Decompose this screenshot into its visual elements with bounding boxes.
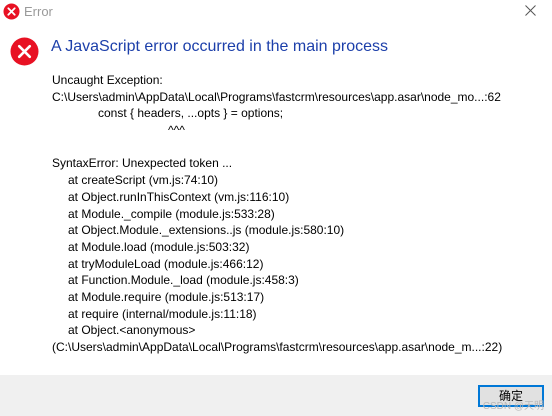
message-line: at Object.runInThisContext (vm.js:116:10… xyxy=(68,189,290,204)
title-bar[interactable]: Error xyxy=(0,0,552,24)
dialog-footer: 确定 CSDN @天明 xyxy=(0,375,552,416)
message-line: at Module._compile (module.js:533:28) xyxy=(68,206,275,221)
message-line: (C:\Users\admin\AppData\Local\Programs\f… xyxy=(52,340,503,354)
message-line: at tryModuleLoad (module.js:466:12) xyxy=(68,256,264,271)
message-line: at Function.Module._load (module.js:458:… xyxy=(68,273,299,288)
message-line: Uncaught Exception: xyxy=(52,73,163,87)
message-line: at require (internal/module.js:11:18) xyxy=(68,306,257,321)
message-line: at Object.<anonymous> xyxy=(68,323,196,338)
close-icon xyxy=(524,3,536,21)
message-line: C:\Users\admin\AppData\Local\Programs\fa… xyxy=(52,89,501,104)
message-line: ^^^ xyxy=(168,123,185,138)
window-title: Error xyxy=(24,4,53,19)
message-line: at Module.load (module.js:503:32) xyxy=(68,239,250,254)
message-line: at Module.require (module.js:513:17) xyxy=(68,289,265,304)
message-line: const { headers, ...opts } = options; xyxy=(98,106,284,121)
watermark: CSDN @天明 xyxy=(482,401,544,412)
dialog-heading: A JavaScript error occurred in the main … xyxy=(51,38,389,55)
error-dialog: Error A JavaScript error occurred in the… xyxy=(0,0,552,416)
message-line: at createScript (vm.js:74:10) xyxy=(68,173,219,188)
error-message: Uncaught Exception: C:\Users\admin\AppDat… xyxy=(52,72,548,356)
message-line: SyntaxError: Unexpected token ... xyxy=(52,156,233,171)
error-icon xyxy=(3,3,20,20)
close-button[interactable] xyxy=(508,0,552,24)
error-icon xyxy=(10,37,39,66)
message-line: at Object.Module._extensions..js (module… xyxy=(68,223,345,238)
